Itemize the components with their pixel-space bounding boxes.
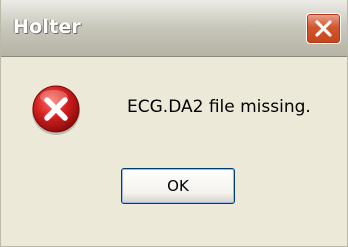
ok-button[interactable]: OK (121, 168, 235, 204)
error-icon (32, 85, 80, 135)
close-button[interactable] (306, 13, 341, 44)
window-title: Holter (13, 16, 82, 38)
error-dialog: Holter ECG.DA2 file missing. OK (0, 0, 348, 247)
close-icon (315, 20, 332, 37)
title-bar[interactable]: Holter (1, 0, 347, 57)
error-message: ECG.DA2 file missing. (127, 97, 311, 117)
